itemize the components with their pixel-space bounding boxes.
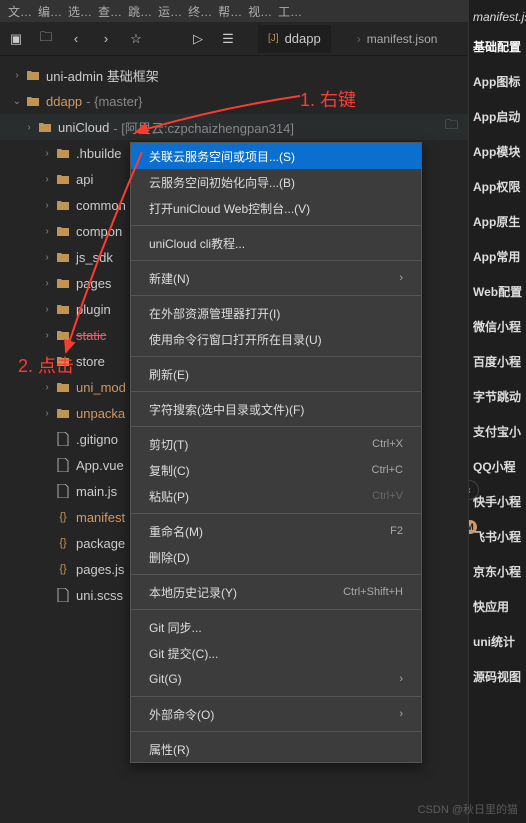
breadcrumb-file: manifest.json: [367, 32, 438, 46]
chevron-right-icon: ›: [357, 32, 361, 46]
outline-item[interactable]: 飞书小程: [473, 528, 522, 545]
outline-item[interactable]: App权限: [473, 178, 522, 195]
menu-separator: [131, 426, 421, 427]
outline-item[interactable]: App原生: [473, 213, 522, 230]
context-menu-item[interactable]: uniCloud cli教程...: [131, 230, 421, 256]
breadcrumb[interactable]: › manifest.json: [357, 32, 438, 46]
context-menu-item[interactable]: 本地历史记录(Y)Ctrl+Shift+H: [131, 579, 421, 605]
watermark: CSDN @秋日里的猫: [418, 801, 518, 817]
outline-item[interactable]: App图标: [473, 73, 522, 90]
outline-item[interactable]: 快手小程: [473, 493, 522, 510]
context-menu-item[interactable]: 字符搜索(选中目录或文件)(F): [131, 396, 421, 422]
outline-item[interactable]: 支付宝小: [473, 423, 522, 440]
run-icon[interactable]: ▷: [190, 31, 206, 47]
menu-separator: [131, 513, 421, 514]
menu-separator: [131, 391, 421, 392]
star-icon[interactable]: ☆: [128, 31, 144, 47]
context-menu-item[interactable]: Git 提交(C)...: [131, 640, 421, 666]
context-menu[interactable]: 关联云服务空间或项目...(S)云服务空间初始化向导...(B)打开uniClo…: [130, 142, 422, 763]
tree-root[interactable]: ⌄ddapp - {master}: [0, 88, 468, 114]
forward-icon[interactable]: ›: [98, 31, 114, 47]
outline-item[interactable]: App常用: [473, 248, 522, 265]
open-icon[interactable]: 🗀: [38, 31, 54, 47]
menu-separator: [131, 225, 421, 226]
context-menu-item[interactable]: 属性(R): [131, 736, 421, 762]
context-menu-item[interactable]: 新建(N)›: [131, 265, 421, 291]
context-menu-item[interactable]: Git 同步...: [131, 614, 421, 640]
context-menu-item[interactable]: 外部命令(O)›: [131, 701, 421, 727]
context-menu-item[interactable]: 删除(D): [131, 544, 421, 570]
outline-item[interactable]: App启动: [473, 108, 522, 125]
outline-item[interactable]: 百度小程: [473, 353, 522, 370]
tree-item-unicloud[interactable]: ›uniCloud- [阿里云:czpchaizhengpan314]🗀: [0, 114, 468, 140]
menu-separator: [131, 696, 421, 697]
top-menu-bar[interactable]: 文…编…选…查…跳…运…终…帮…视…工…: [0, 0, 526, 22]
outline-item[interactable]: 基础配置: [473, 38, 522, 55]
file-type-icon: [J]: [268, 33, 279, 44]
back-icon[interactable]: ‹: [68, 31, 84, 47]
outline-item[interactable]: Web配置: [473, 283, 522, 300]
context-menu-item[interactable]: 使用命令行窗口打开所在目录(U): [131, 326, 421, 352]
toolbar: ▣ 🗀 ‹ › ☆ ▷ ☰ [J] ddapp › manifest.json: [0, 22, 526, 56]
outline-title: manifest.js: [473, 10, 522, 24]
outline-item[interactable]: 京东小程: [473, 563, 522, 580]
menu-separator: [131, 260, 421, 261]
outline-item[interactable]: 快应用: [473, 598, 522, 615]
outline-item[interactable]: uni统计: [473, 633, 522, 650]
outline-item[interactable]: App模块: [473, 143, 522, 160]
context-menu-item[interactable]: 剪切(T)Ctrl+X: [131, 431, 421, 457]
outline-item[interactable]: 字节跳动: [473, 388, 522, 405]
menu-separator: [131, 574, 421, 575]
context-menu-item[interactable]: 粘贴(P)Ctrl+V: [131, 483, 421, 509]
outline-item[interactable]: 微信小程: [473, 318, 522, 335]
tree-root[interactable]: ›uni-admin 基础框架: [0, 62, 468, 88]
menu-separator: [131, 731, 421, 732]
context-menu-item[interactable]: 打开uniCloud Web控制台...(V): [131, 195, 421, 221]
menu-separator: [131, 609, 421, 610]
context-menu-item[interactable]: 云服务空间初始化向导...(B): [131, 169, 421, 195]
context-menu-item[interactable]: 关联云服务空间或项目...(S): [131, 143, 421, 169]
outline-panel[interactable]: manifest.js 基础配置 App图标 App启动 App模块 App权限 App原…: [468, 0, 526, 823]
context-menu-item[interactable]: 刷新(E): [131, 361, 421, 387]
context-menu-item[interactable]: 重命名(M)F2: [131, 518, 421, 544]
menu-separator: [131, 356, 421, 357]
tab-label: ddapp: [285, 31, 321, 46]
context-menu-item[interactable]: Git(G)›: [131, 666, 421, 692]
menu-separator: [131, 295, 421, 296]
folder-icon: 🗀: [445, 116, 458, 138]
select-icon[interactable]: ▣: [8, 31, 24, 47]
outline-item[interactable]: QQ小程: [473, 458, 522, 475]
editor-tab[interactable]: [J] ddapp: [258, 25, 331, 53]
config-icon[interactable]: ☰: [220, 31, 236, 47]
context-menu-item[interactable]: 复制(C)Ctrl+C: [131, 457, 421, 483]
outline-item[interactable]: 源码视图: [473, 668, 522, 685]
context-menu-item[interactable]: 在外部资源管理器打开(I): [131, 300, 421, 326]
